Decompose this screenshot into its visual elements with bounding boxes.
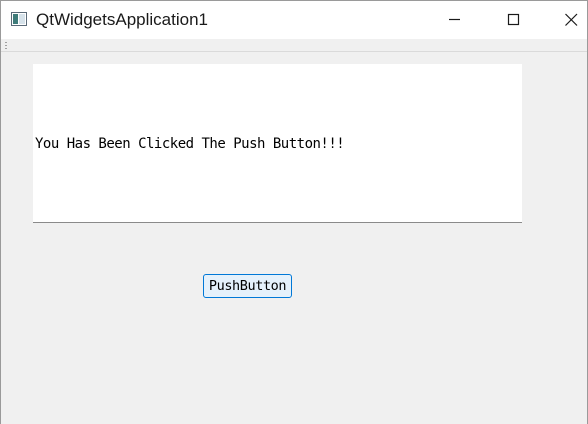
title-bar[interactable]: QtWidgetsApplication1 <box>1 1 587 39</box>
toolbar-grip-icon[interactable] <box>5 42 7 49</box>
close-icon <box>565 13 578 26</box>
application-window: QtWidgetsApplication1 You Has Been Click… <box>0 0 588 424</box>
close-button[interactable] <box>543 1 587 39</box>
minimize-button[interactable] <box>427 1 483 39</box>
maximize-icon <box>507 13 520 26</box>
push-button[interactable]: PushButton <box>203 274 292 298</box>
text-display: You Has Been Clicked The Push Button!!! <box>33 64 522 223</box>
app-window-icon <box>11 12 27 26</box>
maximize-button[interactable] <box>485 1 541 39</box>
window-title: QtWidgetsApplication1 <box>36 10 208 29</box>
minimize-icon <box>449 18 460 21</box>
display-message: You Has Been Clicked The Push Button!!! <box>35 136 345 152</box>
toolbar-area <box>1 39 587 52</box>
